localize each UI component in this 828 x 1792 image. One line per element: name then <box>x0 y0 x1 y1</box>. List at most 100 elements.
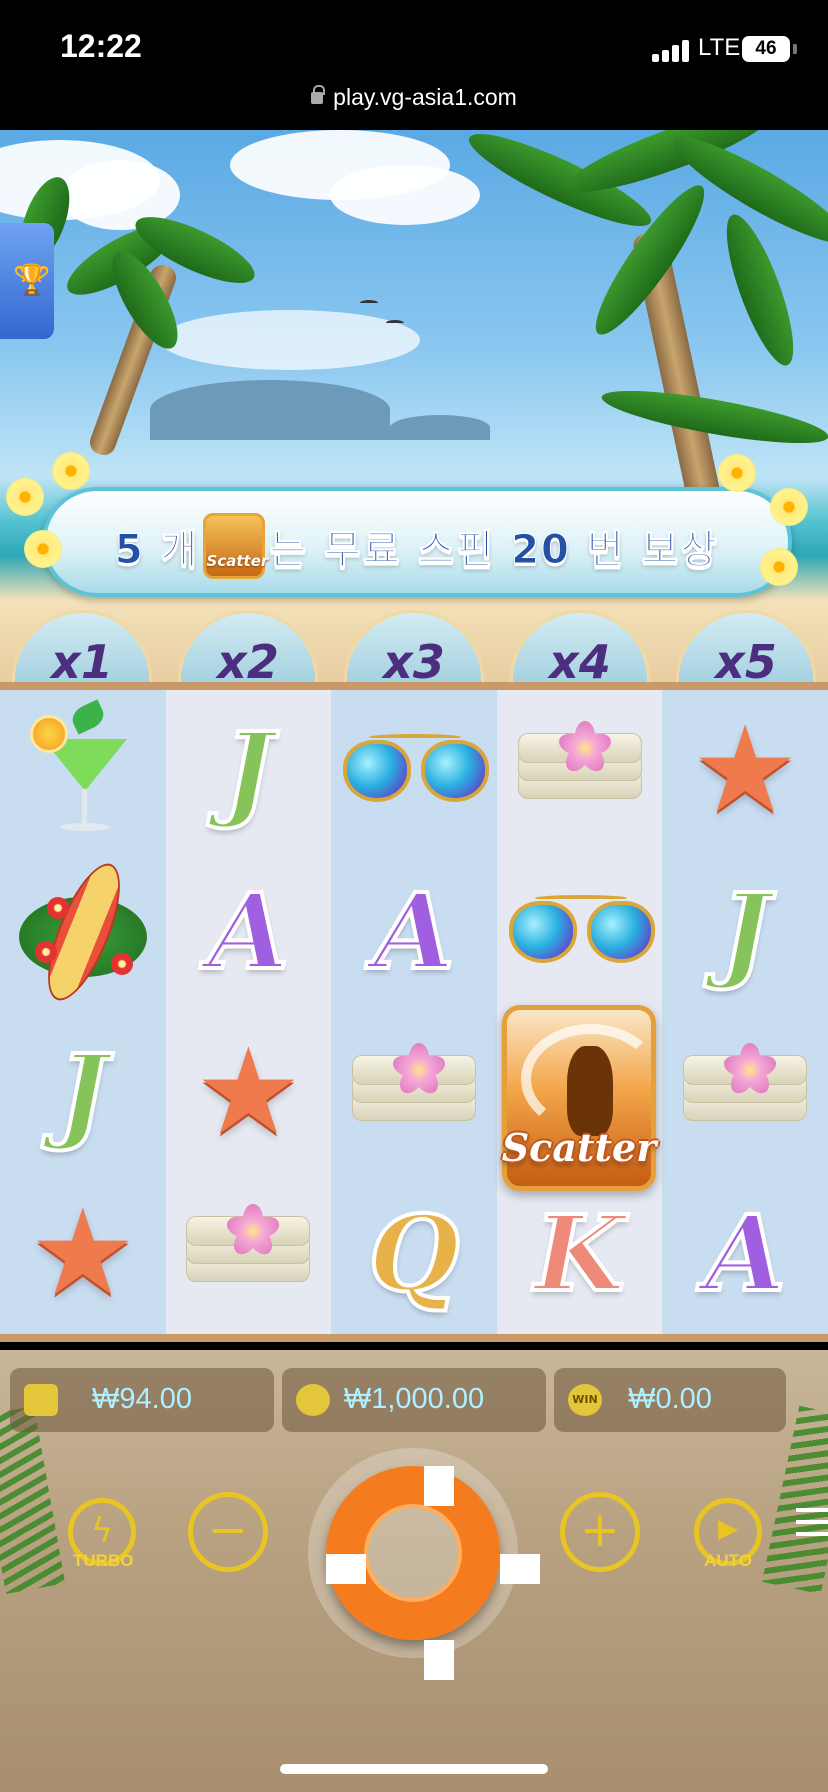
symbol-letter-text: A <box>372 869 457 993</box>
symbol-letter: A <box>331 851 497 1012</box>
address-bar[interactable]: play.vg-asia1.com <box>0 84 828 111</box>
towel-icon <box>178 1203 318 1304</box>
multiplier-x1: x1 <box>12 610 152 686</box>
bet-box[interactable]: ₩1,000.00 <box>282 1368 546 1432</box>
multiplier-x2: x2 <box>178 610 318 686</box>
multiplier-label: x3 <box>383 635 445 686</box>
symbol-letter-text: A <box>206 869 291 993</box>
flower-icon <box>52 452 90 490</box>
sunglasses-icon <box>505 887 655 977</box>
flower-icon <box>6 478 44 516</box>
symbol-starfish: ★ <box>166 1012 332 1173</box>
control-panel: ₩94.00 ₩1,000.00 WIN ₩0.00 ϟ TURBO − + ▶ <box>0 1350 828 1792</box>
auto-label: AUTO <box>704 1551 752 1570</box>
signal-icon <box>652 40 692 62</box>
symbol-towel <box>166 1173 332 1334</box>
turbo-label: TURBO <box>73 1551 134 1570</box>
bet-value: ₩1,000.00 <box>343 1383 485 1415</box>
symbol-letter: A <box>166 851 332 1012</box>
spin-button[interactable] <box>326 1466 540 1680</box>
symbol-letter-text: Q <box>367 1191 462 1315</box>
free-spin-banner: 5 개 Scatter 는 무료 스핀 20 번 보상 <box>42 487 792 597</box>
bird-icon <box>360 300 378 306</box>
multiplier-x3: x3 <box>344 610 484 686</box>
symbol-letter: A <box>662 1173 828 1334</box>
symbol-letter-text: K <box>532 1191 626 1315</box>
symbol-towel <box>497 690 663 851</box>
reel-grid: J ★ J A ★ A Q K ★ J A <box>0 682 828 1342</box>
win-box: WIN ₩0.00 <box>554 1368 786 1432</box>
symbol-cocktail <box>0 690 166 851</box>
battery-tip <box>793 44 797 54</box>
symbol-letter: Q <box>331 1173 497 1334</box>
reel-1: J ★ <box>0 690 166 1334</box>
symbol-letter: J <box>662 851 828 1012</box>
minus-icon: − <box>207 1502 249 1558</box>
scatter-label: Scatter <box>501 1125 657 1170</box>
scatter-badge-icon: Scatter <box>203 513 268 579</box>
lightning-icon: ϟ <box>90 1511 114 1551</box>
trophy-tab[interactable]: 🏆 <box>0 223 54 339</box>
starfish-icon: ★ <box>194 1022 303 1162</box>
flower-icon <box>760 548 798 586</box>
plus-icon: + <box>579 1502 621 1558</box>
flower-icon <box>770 488 808 526</box>
clock: 12:22 <box>60 28 142 64</box>
network-type: LTE <box>698 34 741 61</box>
symbol-letter-text: J <box>222 708 275 832</box>
url-text: play.vg-asia1.com <box>333 84 517 110</box>
symbol-sunglasses <box>497 851 663 1012</box>
symbol-letter: J <box>166 690 332 851</box>
battery-icon: 46 <box>742 36 790 62</box>
turbo-button[interactable]: ϟ TURBO <box>68 1498 136 1570</box>
home-indicator[interactable] <box>280 1764 548 1774</box>
symbol-starfish: ★ <box>662 690 828 851</box>
symbol-towel <box>331 1012 497 1173</box>
decrease-bet-button[interactable]: − <box>188 1492 268 1572</box>
bird-icon <box>386 320 404 326</box>
multiplier-x4: x4 <box>510 610 650 686</box>
trophy-icon: 🏆 <box>13 263 51 298</box>
banner-text-part2: 는 무료 스핀 20 번 보상 <box>269 527 720 574</box>
symbol-scatter: Scatter <box>494 1005 664 1205</box>
scatter-badge-label: Scatter <box>206 552 269 570</box>
status-bar: 12:22 LTE 46 play.vg-asia1.com <box>0 0 828 130</box>
cocktail-icon <box>18 698 148 841</box>
reel-5: ★ J A <box>662 690 828 1334</box>
flower-icon <box>718 454 756 492</box>
win-value: ₩0.00 <box>628 1383 712 1415</box>
multiplier-label: x4 <box>549 635 611 686</box>
balance-box: ₩94.00 <box>10 1368 274 1432</box>
lock-icon <box>311 85 326 104</box>
balance-value: ₩94.00 <box>92 1383 192 1415</box>
towel-icon <box>510 720 650 821</box>
auto-button[interactable]: ▶ AUTO <box>694 1498 762 1570</box>
symbol-letter: J <box>0 1012 166 1173</box>
banner-text: 5 개 Scatter 는 무료 스핀 20 번 보상 <box>46 513 788 585</box>
symbol-towel <box>662 1012 828 1173</box>
symbol-sunglasses <box>331 690 497 851</box>
symbol-letter-text: J <box>719 869 772 993</box>
game-screen: 12:22 LTE 46 play.vg-asia1.com 🏆 5 개 Sca… <box>0 0 828 1792</box>
reel-2: J A ★ <box>165 690 332 1334</box>
multiplier-row: x1 x2 x3 x4 x5 <box>0 610 828 686</box>
towel-icon <box>344 1042 484 1143</box>
menu-icon[interactable] <box>796 1508 828 1538</box>
play-icon: ▶ <box>718 1514 738 1544</box>
starfish-icon: ★ <box>691 700 799 840</box>
multiplier-x5: x5 <box>676 610 816 686</box>
sunglasses-icon <box>339 726 489 816</box>
symbol-starfish: ★ <box>0 1173 166 1334</box>
symbol-letter-text: A <box>703 1191 788 1315</box>
towel-icon <box>675 1042 815 1143</box>
increase-bet-button[interactable]: + <box>560 1492 640 1572</box>
multiplier-label: x5 <box>715 635 777 686</box>
flower-icon <box>24 530 62 568</box>
surfboard-icon <box>13 854 153 1009</box>
starfish-icon: ★ <box>29 1183 137 1323</box>
symbol-surfboard <box>0 851 166 1012</box>
multiplier-label: x2 <box>217 635 279 686</box>
beach-background <box>0 130 828 690</box>
symbol-letter-text: J <box>56 1030 109 1154</box>
multiplier-label: x1 <box>51 635 113 686</box>
